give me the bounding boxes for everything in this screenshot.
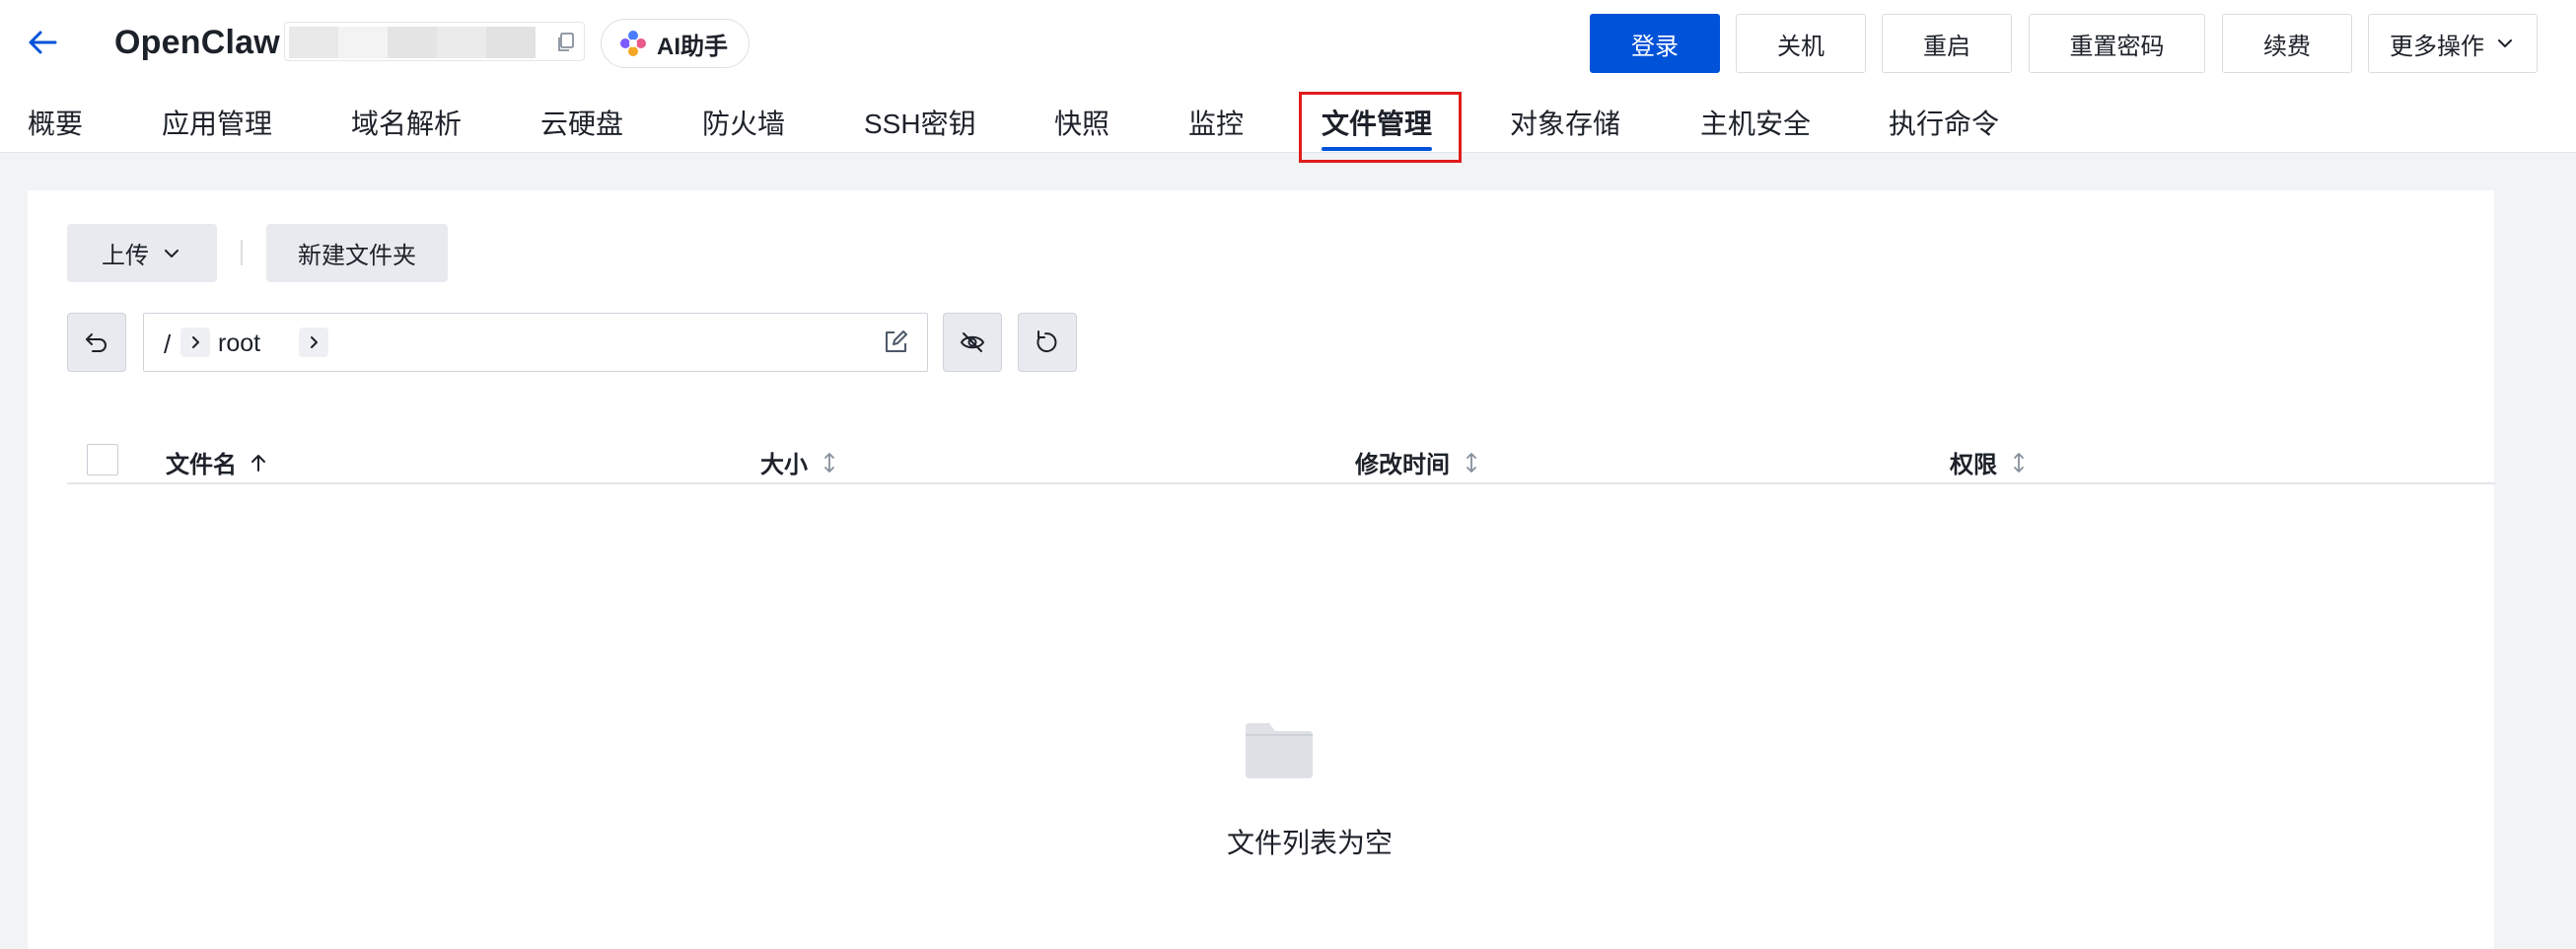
select-all-checkbox[interactable] (87, 444, 118, 475)
new-folder-button[interactable]: 新建文件夹 (266, 224, 448, 282)
active-tab-highlight-box (1299, 92, 1462, 163)
edit-path-icon[interactable] (882, 328, 909, 356)
toggle-hidden-files-button[interactable] (943, 313, 1002, 372)
tab-app-management[interactable]: 应用管理 (162, 103, 272, 142)
copy-icon[interactable] (554, 31, 578, 54)
column-label: 修改时间 (1355, 452, 1450, 478)
toolbar-divider (241, 240, 243, 265)
path-bar[interactable]: / root (143, 313, 928, 372)
tab-cloud-disk[interactable]: 云硬盘 (540, 103, 623, 142)
empty-folder-icon (1246, 723, 1313, 778)
tab-dns[interactable]: 域名解析 (351, 103, 462, 142)
file-table-header: 文件名 大小 修改时间 权限 (67, 421, 2495, 484)
chevron-down-icon (2498, 39, 2512, 47)
shutdown-button[interactable]: 关机 (1736, 14, 1866, 73)
renew-button[interactable]: 续费 (2222, 14, 2352, 73)
upload-button[interactable]: 上传 (67, 224, 217, 282)
go-back-button[interactable] (67, 313, 126, 372)
restart-button[interactable]: 重启 (1882, 14, 2012, 73)
eye-off-icon (960, 332, 985, 352)
upload-label: 上传 (102, 243, 149, 269)
sort-icon (2014, 452, 2024, 473)
refresh-button[interactable] (1018, 313, 1077, 372)
masked-block (437, 27, 486, 58)
chevron-down-icon (165, 249, 179, 257)
column-label: 文件名 (166, 452, 237, 478)
column-header-name[interactable]: 文件名 (166, 445, 270, 479)
login-button[interactable]: 登录 (1590, 14, 1720, 73)
masked-block (338, 27, 388, 58)
path-root[interactable]: / (164, 329, 171, 360)
more-actions-label: 更多操作 (2390, 33, 2484, 60)
tab-firewall[interactable]: 防火墙 (702, 103, 785, 142)
masked-block (486, 27, 536, 58)
more-actions-button[interactable]: 更多操作 (2368, 14, 2538, 73)
tab-object-storage[interactable]: 对象存储 (1510, 103, 1620, 142)
refresh-icon (1037, 330, 1057, 353)
top-header: OpenClaw AI助手 登录 关机 重启 重置密码 续费 更多操作 概要 应… (0, 0, 2576, 163)
reset-password-button[interactable]: 重置密码 (2029, 14, 2205, 73)
tab-overview[interactable]: 概要 (28, 103, 83, 142)
column-label: 大小 (760, 452, 808, 478)
tab-monitoring[interactable]: 监控 (1188, 103, 1244, 142)
path-segment-root[interactable]: root (218, 329, 260, 358)
tab-ssh-keys[interactable]: SSH密钥 (864, 103, 976, 142)
ai-assistant-icon (620, 31, 646, 56)
sort-icon (1467, 452, 1476, 473)
ai-assistant-button[interactable]: AI助手 (601, 19, 750, 68)
chevron-right-icon (192, 336, 199, 348)
empty-state-message: 文件列表为空 (1226, 828, 1393, 858)
file-manager-panel: 上传 新建文件夹 / root 文件名 大小 修改时间 权限 文件列表为空 (28, 190, 2495, 949)
breadcrumb-chevron[interactable] (180, 328, 210, 357)
tab-host-security[interactable]: 主机安全 (1700, 103, 1811, 142)
tab-bar: 概要 应用管理 域名解析 云硬盘 防火墙 SSH密钥 快照 监控 文件管理 对象… (0, 89, 2576, 153)
ai-assistant-label: AI助手 (657, 33, 728, 60)
sort-ascending-icon (251, 454, 265, 472)
instance-title: OpenClaw (114, 24, 280, 61)
back-arrow-icon[interactable] (26, 26, 59, 59)
chevron-right-icon (311, 336, 318, 348)
column-header-modified[interactable]: 修改时间 (1355, 445, 1483, 479)
masked-block (289, 27, 338, 58)
tab-run-command[interactable]: 执行命令 (1889, 103, 1999, 142)
column-header-size[interactable]: 大小 (760, 445, 841, 479)
instance-id-field (284, 22, 585, 61)
masked-block (388, 27, 437, 58)
breadcrumb-chevron[interactable] (299, 328, 328, 357)
sort-icon (824, 452, 834, 473)
tab-snapshots[interactable]: 快照 (1054, 103, 1109, 142)
undo-icon (86, 333, 107, 352)
column-label: 权限 (1950, 452, 1997, 478)
column-header-permission[interactable]: 权限 (1950, 445, 2031, 479)
